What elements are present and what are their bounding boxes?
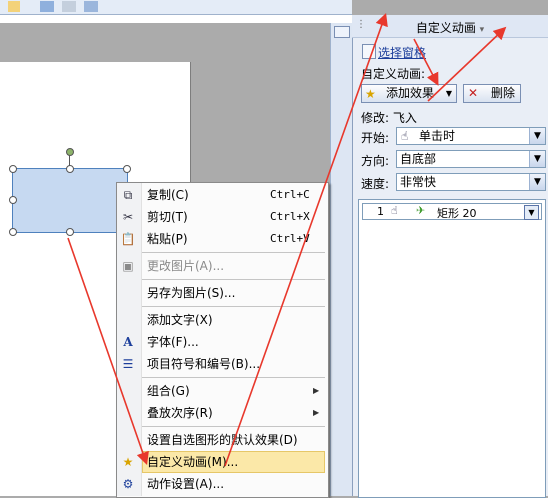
annotation-arrow-to-menu [67,237,149,466]
annotation-arrows [67,12,507,467]
annotation-arrow-to-pane-top [427,26,507,102]
annotation-arrow-to-pane-title [224,12,388,467]
annotation-arrow-to-add-effect [413,38,439,86]
